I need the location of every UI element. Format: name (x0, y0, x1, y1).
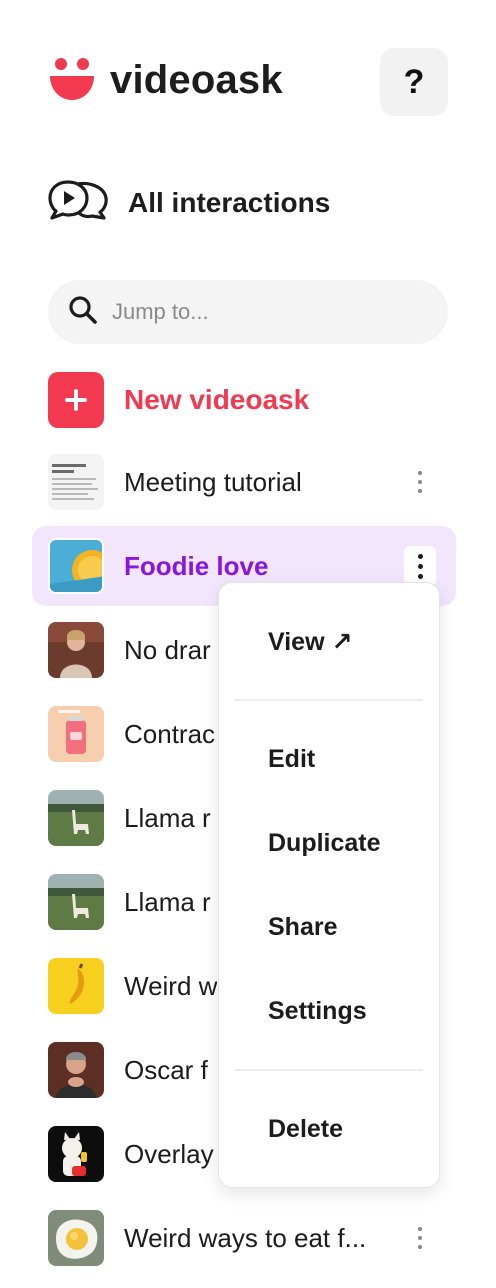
chat-bubbles-play-icon (48, 178, 108, 227)
smiley-logo-icon (48, 56, 96, 104)
item-title: Weird w (124, 970, 218, 1001)
thumbnail-person-clapping (48, 1042, 104, 1098)
brand-name: videoask (110, 57, 283, 102)
menu-item-delete[interactable]: Delete (268, 1115, 343, 1144)
menu-item-edit[interactable]: Edit (268, 745, 315, 774)
item-title: Overlay (124, 1138, 214, 1169)
thumbnail-egg (48, 1210, 104, 1266)
all-interactions-link[interactable]: All interactions (48, 178, 330, 227)
item-title: Meeting tutorial (124, 466, 302, 497)
jump-to-search[interactable] (48, 280, 448, 344)
question-mark-icon: ? (403, 62, 425, 101)
search-input[interactable] (112, 299, 412, 325)
menu-divider (235, 699, 423, 701)
menu-item-view[interactable]: View ↗ (268, 627, 352, 657)
menu-divider (235, 1069, 423, 1071)
more-options-icon[interactable] (404, 462, 436, 502)
list-item[interactable]: Meeting tutorial (32, 440, 456, 524)
videoask-logo[interactable]: videoask (48, 56, 283, 104)
item-title: Weird ways to eat f... (124, 1222, 367, 1253)
item-title: Llama r (124, 802, 211, 833)
item-title: Llama r (124, 886, 211, 917)
app-header: videoask ? (48, 48, 448, 116)
context-menu: View ↗ Edit Duplicate Share Settings Del… (218, 582, 440, 1188)
search-icon (68, 295, 98, 330)
menu-item-duplicate[interactable]: Duplicate (268, 829, 381, 858)
list-item[interactable]: Weird ways to eat f... (32, 1196, 456, 1280)
new-videoask-button[interactable]: New videoask (48, 372, 309, 428)
item-title: Oscar f (124, 1054, 208, 1085)
item-title: Foodie love (124, 550, 269, 581)
thumbnail-banana (48, 958, 104, 1014)
more-options-icon[interactable] (404, 546, 436, 586)
thumbnail-cat (48, 1126, 104, 1182)
menu-item-settings[interactable]: Settings (268, 997, 367, 1026)
item-title: No drar (124, 634, 211, 665)
thumbnail-document (48, 454, 104, 510)
thumbnail-can (48, 706, 104, 762)
new-videoask-label: New videoask (124, 384, 310, 415)
more-options-icon[interactable] (404, 1218, 436, 1258)
plus-icon (48, 372, 104, 428)
item-title: Contrac (124, 718, 216, 749)
thumbnail-llama (48, 790, 104, 846)
thumbnail-lemon (48, 538, 104, 594)
thumbnail-llama (48, 874, 104, 930)
thumbnail-person-stage (48, 622, 104, 678)
help-button[interactable]: ? (380, 48, 448, 116)
all-interactions-label: All interactions (128, 186, 331, 218)
menu-item-share[interactable]: Share (268, 913, 337, 942)
